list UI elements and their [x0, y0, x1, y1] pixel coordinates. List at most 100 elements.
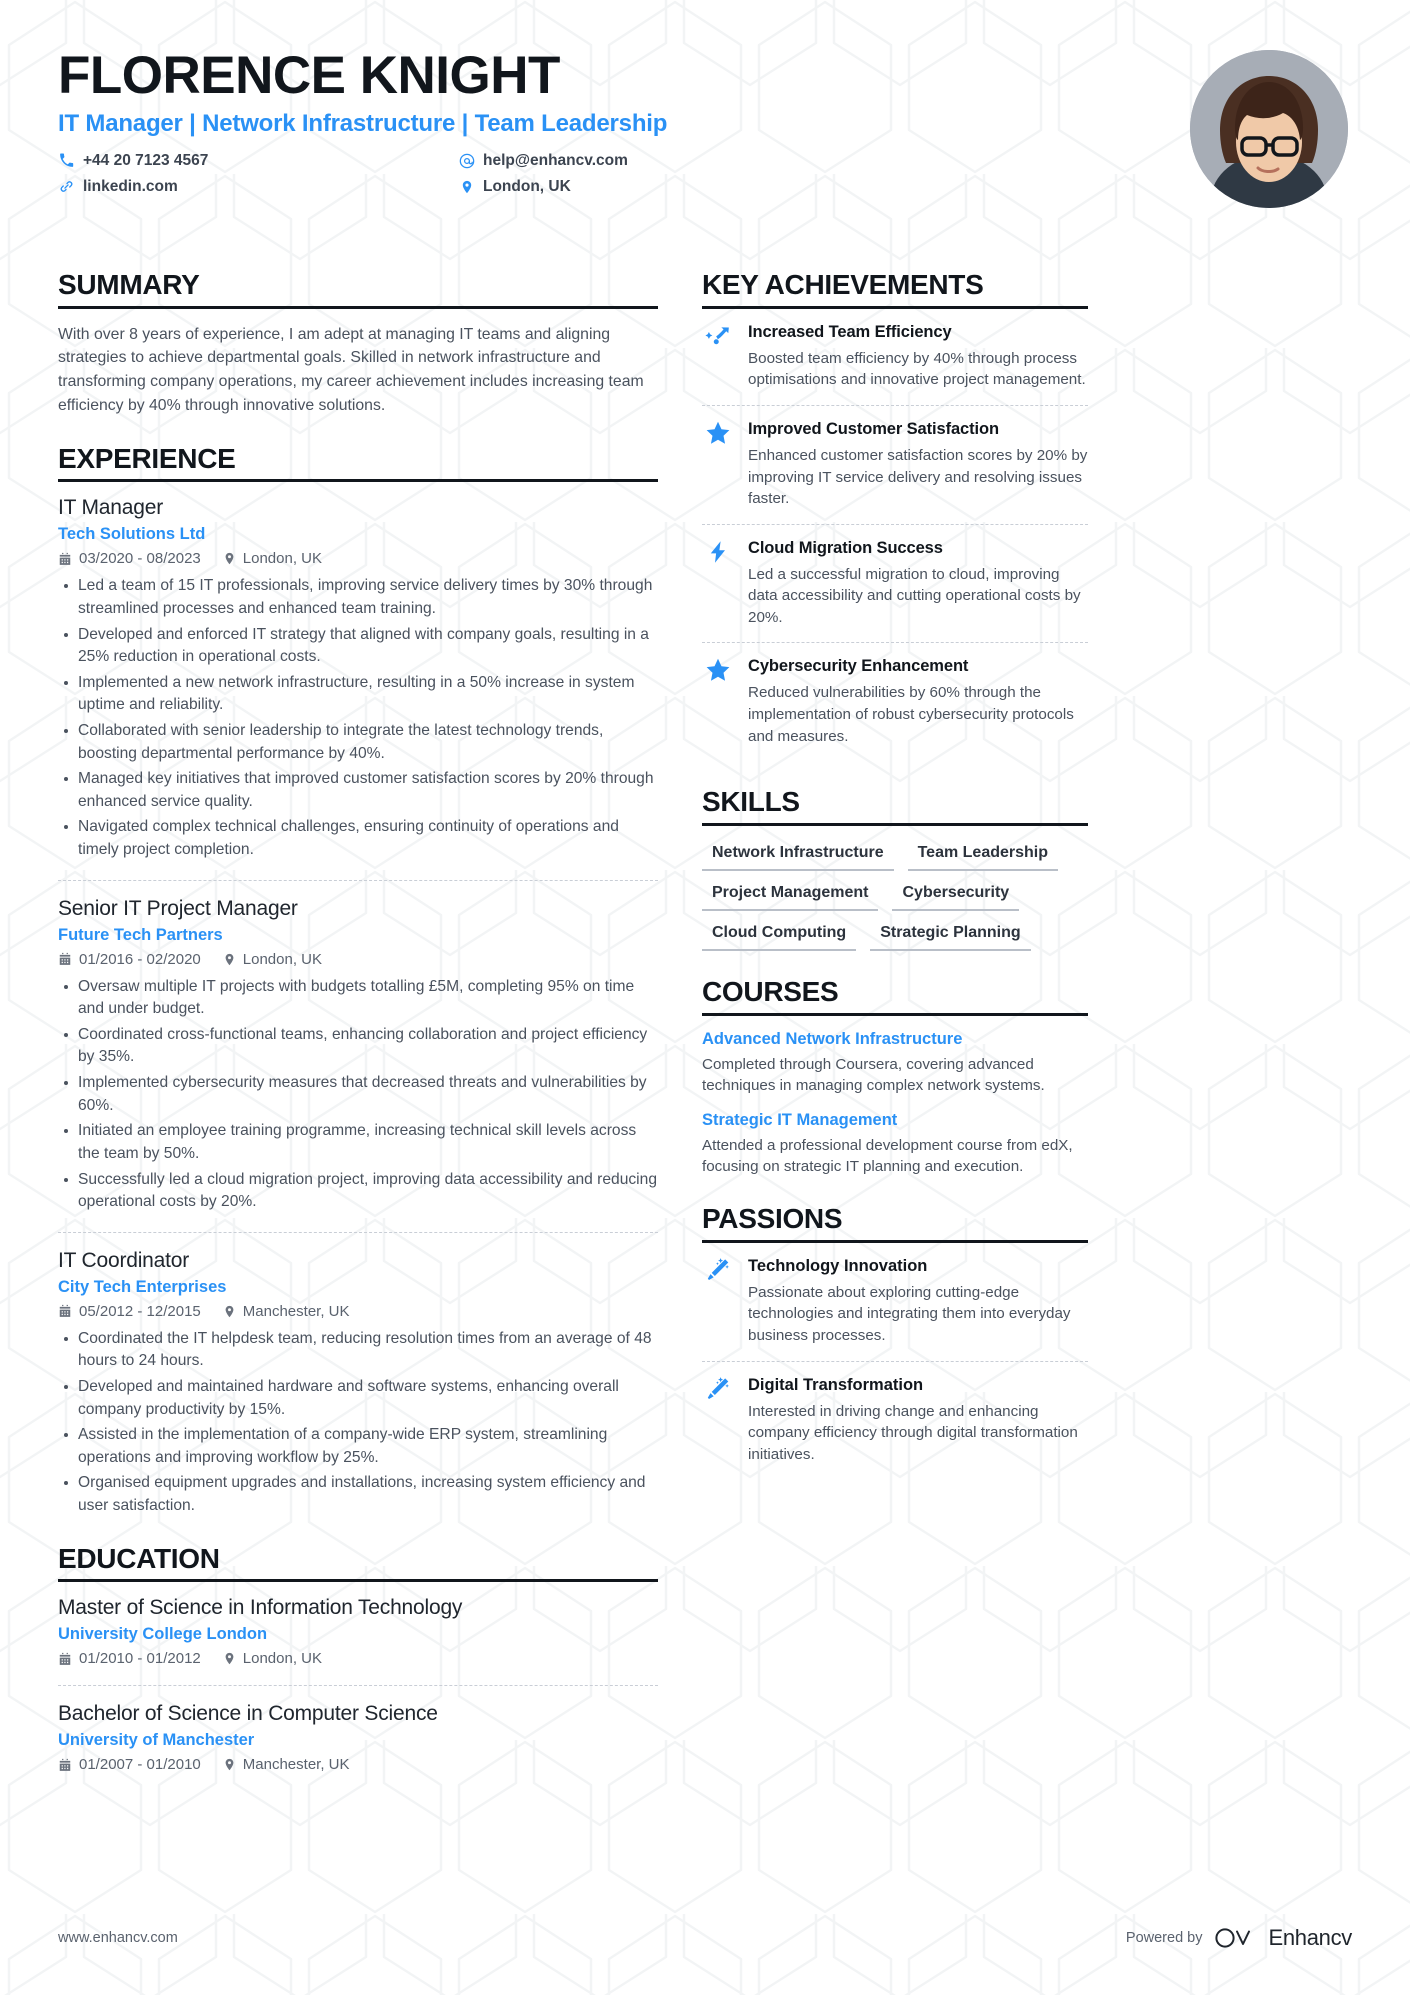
achievements-list: Increased Team Efficiency Boosted team ef… — [702, 323, 1088, 761]
location-pin-icon — [458, 178, 475, 195]
summary-heading: SUMMARY — [58, 269, 658, 309]
passion-item: Technology Innovation Passionate about ex… — [702, 1257, 1088, 1361]
course-description: Attended a professional development cour… — [702, 1136, 1073, 1176]
course-title: Advanced Network Infrastructure — [702, 1029, 963, 1048]
courses-heading: COURSES — [702, 976, 1088, 1016]
experience-bullets: Coordinated the IT helpdesk team, reduci… — [58, 1328, 658, 1518]
experience-bullets: Led a team of 15 IT professionals, impro… — [58, 575, 658, 861]
passion-title: Technology Innovation — [748, 1256, 928, 1275]
passion-item: Digital Transformation Interested in driv… — [702, 1360, 1088, 1480]
course-item: Strategic IT Management Attended a profes… — [702, 1111, 1088, 1178]
course-item: Advanced Network Infrastructure Completed… — [702, 1030, 1088, 1097]
right-column: KEY ACHIEVEMENTS Increased Team Efficien… — [702, 269, 1088, 1799]
experience-bullet: Managed key initiatives that improved cu… — [58, 768, 658, 813]
resume-page: FLORENCE KNIGHT IT Manager | Network Inf… — [0, 0, 1410, 1995]
contact-phone[interactable]: +44 20 7123 4567 — [58, 152, 458, 170]
passion-body: Technology Innovation Passionate about ex… — [748, 1257, 1088, 1347]
footer-branding: Powered by Enhancv — [1126, 1925, 1352, 1951]
resume-columns: SUMMARY With over 8 years of experience,… — [58, 269, 1352, 1799]
candidate-name: FLORENCE KNIGHT — [58, 46, 560, 105]
enhancv-logo-icon — [1214, 1926, 1256, 1950]
page-footer: www.enhancv.com Powered by Enhancv — [58, 1925, 1352, 1951]
achievement-description: Boosted team efficiency by 40% through p… — [748, 349, 1086, 389]
experience-dates: 01/2016 - 02/2020 — [58, 951, 201, 968]
growth-arrow-icon — [702, 323, 734, 353]
contact-email[interactable]: help@enhancv.com — [458, 152, 718, 170]
experience-bullet: Navigated complex technical challenges, … — [58, 816, 658, 861]
education-meta: 01/2010 - 01/2012 London, UK — [58, 1650, 658, 1667]
experience-company: City Tech Enterprises — [58, 1277, 227, 1296]
candidate-headline: IT Manager | Network Infrastructure | Te… — [58, 109, 668, 137]
footer-website[interactable]: www.enhancv.com — [58, 1930, 178, 1946]
experience-bullet: Successfully led a cloud migration proje… — [58, 1169, 658, 1214]
achievement-description: Led a successful migration to cloud, imp… — [748, 565, 1081, 626]
achievement-description: Reduced vulnerabilities by 60% through t… — [748, 684, 1074, 745]
achievement-title: Cybersecurity Enhancement — [748, 657, 969, 676]
experience-bullet: Implemented cybersecurity measures that … — [58, 1072, 658, 1117]
achievement-title: Cloud Migration Success — [748, 538, 943, 557]
experience-location-text: London, UK — [242, 550, 323, 568]
passion-body: Digital Transformation Interested in driv… — [748, 1376, 1088, 1466]
experience-company: Tech Solutions Ltd — [58, 525, 206, 544]
achievement-body: Cloud Migration Success Led a successful … — [748, 539, 1088, 629]
lightning-bolt-icon — [702, 539, 734, 569]
passion-description: Interested in driving change and enhanci… — [748, 1402, 1078, 1463]
location-pin-icon — [223, 551, 236, 566]
skill-tag: Project Management — [702, 880, 879, 911]
achievement-item: Cloud Migration Success Led a successful … — [702, 523, 1088, 643]
experience-role: IT Manager — [58, 496, 163, 520]
passions-heading: PASSIONS — [702, 1203, 1088, 1243]
avatar — [1190, 50, 1348, 208]
education-section: EDUCATION Master of Science in Informati… — [58, 1543, 658, 1773]
calendar-icon — [58, 552, 72, 566]
experience-company: Future Tech Partners — [58, 925, 223, 944]
experience-entry: IT Manager Tech Solutions Ltd 03/2020 - 08… — [58, 496, 658, 861]
experience-dates: 05/2012 - 12/2015 — [58, 1303, 201, 1320]
location-pin-icon — [223, 1651, 236, 1666]
experience-bullet: Developed and enforced IT strategy that … — [58, 624, 658, 669]
contact-location[interactable]: London, UK — [458, 178, 718, 196]
experience-bullet: Led a team of 15 IT professionals, impro… — [58, 575, 658, 620]
education-school: University of Manchester — [58, 1731, 255, 1750]
calendar-icon — [58, 1304, 72, 1318]
education-dates-text: 01/2007 - 01/2010 — [79, 1756, 201, 1774]
contact-link[interactable]: linkedin.com — [58, 178, 458, 196]
contact-phone-text: +44 20 7123 4567 — [83, 151, 209, 169]
education-location-text: London, UK — [242, 1650, 323, 1668]
experience-location: London, UK — [223, 550, 322, 567]
skills-list: Network Infrastructure Team Leadership Pro… — [702, 840, 1088, 951]
experience-location: London, UK — [223, 951, 322, 968]
contact-details: +44 20 7123 4567 help@enhancv.com linked… — [58, 152, 718, 196]
passion-description: Passionate about exploring cutting-edge … — [748, 1283, 1071, 1345]
experience-bullet: Assisted in the implementation of a comp… — [58, 1424, 658, 1469]
experience-role: IT Coordinator — [58, 1248, 190, 1272]
phone-icon — [58, 152, 75, 169]
education-school: University College London — [58, 1625, 268, 1644]
achievements-section: KEY ACHIEVEMENTS Increased Team Efficien… — [702, 269, 1088, 761]
education-entry: Bachelor of Science in Computer Science U… — [58, 1702, 658, 1773]
experience-entry: Senior IT Project Manager Future Tech Par… — [58, 897, 658, 1214]
link-icon — [58, 178, 75, 195]
course-description: Completed through Coursera, covering adv… — [702, 1055, 1045, 1095]
achievement-item: Cybersecurity Enhancement Reduced vulnera… — [702, 642, 1088, 761]
skills-heading: SKILLS — [702, 786, 1088, 826]
education-degree: Master of Science in Information Technol… — [58, 1596, 463, 1620]
achievement-item: Improved Customer Satisfaction Enhanced c… — [702, 404, 1088, 524]
passions-section: PASSIONS Technology Innovation Passionate… — [702, 1203, 1088, 1479]
achievement-body: Increased Team Efficiency Boosted team ef… — [748, 323, 1088, 391]
experience-bullet: Organised equipment upgrades and install… — [58, 1472, 658, 1517]
entry-separator — [58, 1685, 658, 1687]
education-meta: 01/2007 - 01/2010 Manchester, UK — [58, 1756, 658, 1773]
courses-list: Advanced Network Infrastructure Completed… — [702, 1030, 1088, 1178]
passions-list: Technology Innovation Passionate about ex… — [702, 1257, 1088, 1479]
achievement-body: Improved Customer Satisfaction Enhanced c… — [748, 420, 1088, 510]
achievements-heading: KEY ACHIEVEMENTS — [702, 269, 1088, 309]
calendar-icon — [58, 952, 72, 966]
location-pin-icon — [223, 1757, 236, 1772]
skill-tag: Strategic Planning — [870, 920, 1031, 951]
left-column: SUMMARY With over 8 years of experience,… — [58, 269, 658, 1799]
summary-text: With over 8 years of experience, I am ad… — [58, 325, 644, 414]
contact-link-text: linkedin.com — [83, 177, 178, 195]
courses-section: COURSES Advanced Network Infrastructure C… — [702, 976, 1088, 1178]
star-icon — [702, 420, 734, 450]
